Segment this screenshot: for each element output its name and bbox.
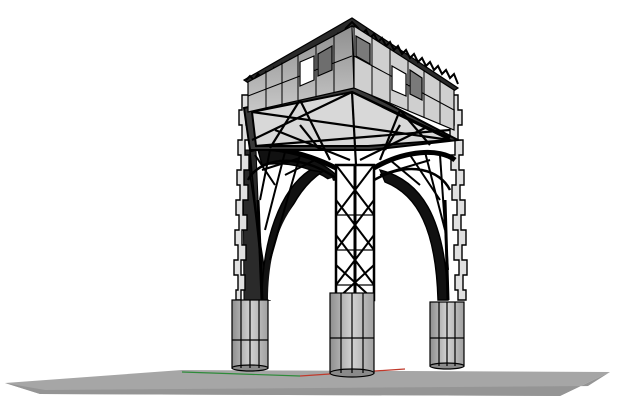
pier-center xyxy=(329,292,375,378)
arch-opening-left xyxy=(268,178,338,300)
pier-right xyxy=(429,301,465,370)
central-lattice-column xyxy=(334,163,376,302)
arch-opening-right xyxy=(372,182,434,300)
pier-left xyxy=(231,299,269,372)
scene-render[interactable] xyxy=(0,0,620,413)
3d-viewport[interactable] xyxy=(0,0,620,413)
